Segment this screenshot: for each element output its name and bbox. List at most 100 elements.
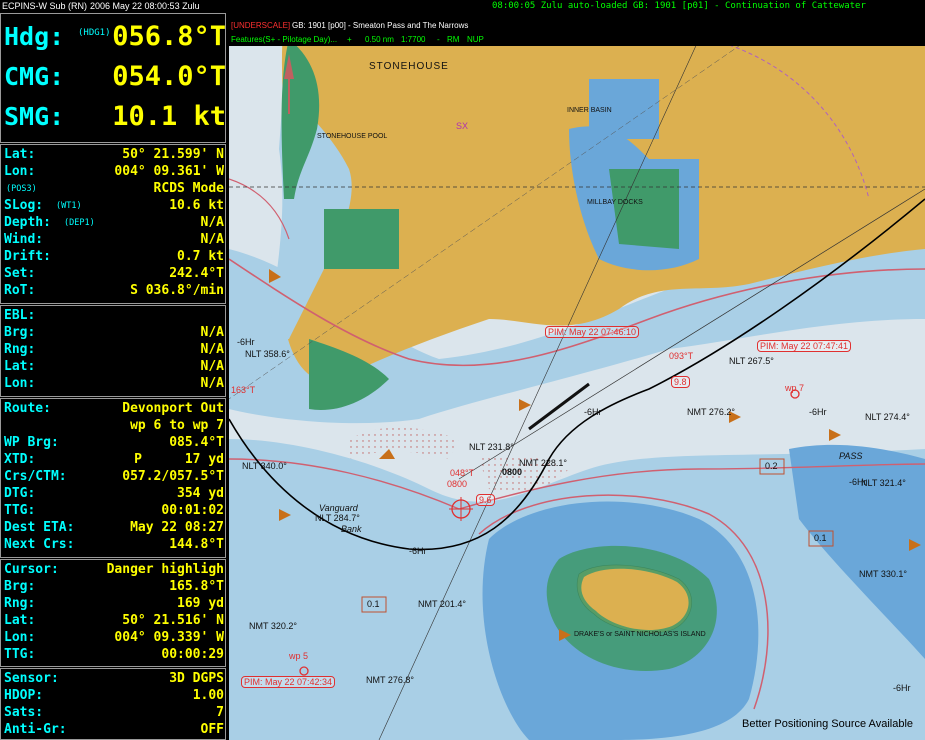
pim-label[interactable]: PIM: May 22 07:46:10 (545, 326, 640, 338)
positioning-notice: Better Positioning Source Available (741, 718, 913, 730)
next-crs-value: 144.8°T (169, 537, 224, 552)
cursor-lon-label: Lon: (4, 630, 36, 645)
slog-value: 10.6 kt (169, 198, 224, 213)
antigr-value: OFF (200, 722, 224, 737)
chart-scale[interactable]: 1:7700 (401, 35, 425, 44)
depth-value: 0.1 (814, 533, 827, 543)
bearing-label: NLT 267.5° (729, 356, 774, 366)
nav-mode: RCDS Mode (153, 181, 224, 196)
bearing-label: NMT 330.1° (859, 569, 907, 579)
depth-source: (DEP1) (64, 218, 95, 228)
electronic-chart[interactable]: STONEHOUSE STONEHOUSE POOL INNER BASIN M… (229, 19, 925, 740)
rm-toggle[interactable]: RM (447, 35, 459, 44)
course-label: 048°T (450, 468, 475, 478)
green-block (324, 209, 399, 269)
crs-value: 057.2/057.5°T (122, 469, 224, 484)
smg-value: 10.1 kt (112, 101, 226, 132)
antigr-label: Anti-Gr: (4, 722, 67, 737)
lat-label: Lat: (4, 147, 36, 162)
nup-toggle[interactable]: NUP (467, 35, 484, 44)
ebl-panel[interactable]: EBL: Brg: N/A Rng: N/A Lat: N/A Lon: N/A (0, 305, 226, 397)
position-panel[interactable]: Lat: 50° 21.599' N Lon: 004° 09.361' W (PO… (0, 144, 226, 304)
label-stonehouse: STONEHOUSE (369, 61, 449, 72)
next-crs-label: Next Crs: (4, 537, 75, 552)
status-message: 08:00:05 Zulu auto-loaded GB: 1901 [p01]… (492, 1, 866, 11)
waypoint-label[interactable]: wp 7 (785, 383, 804, 393)
heading-panel[interactable]: Hdg: (HDG1) 056.8°T CMG: 054.0°T SMG: 10… (0, 13, 226, 143)
pim-label[interactable]: PIM: May 22 07:47:41 (757, 340, 852, 352)
depth-value: 0.1 (367, 599, 380, 609)
drift-label: Drift: (4, 249, 51, 264)
nav-data-panel: Hdg: (HDG1) 056.8°T CMG: 054.0°T SMG: 10… (0, 13, 228, 740)
hdop-label: HDOP: (4, 688, 44, 703)
label-bank: Bank (341, 524, 362, 534)
smg-label: SMG: (4, 102, 65, 131)
wpbrg-value: 085.4°T (169, 435, 224, 450)
tide-label: -6Hr (809, 407, 827, 417)
features-menu[interactable]: Features(S+ - Pilotage Day)... (231, 35, 337, 44)
cursor-value: Danger highligh (106, 562, 224, 577)
depth-label: Depth: (4, 215, 51, 230)
bearing-label: NMT 276.8° (366, 675, 414, 685)
ebl-rng-label: Rng: (4, 342, 36, 357)
wpbrg-label: WP Brg: (4, 435, 59, 450)
cursor-lat-label: Lat: (4, 613, 36, 628)
dtg-label: DTG: (4, 486, 36, 501)
set-label: Set: (4, 266, 36, 281)
zoom-in-button[interactable]: + (347, 35, 352, 44)
course-label: 163°T (231, 385, 256, 395)
chart-id[interactable]: GB: 1901 [p00] - Smeaton Pass and The Na… (292, 21, 468, 30)
hdg-value: 056.8°T (112, 21, 226, 52)
chart-header: [UNDERSCALE] GB: 1901 [p00] - Smeaton Pa… (229, 19, 925, 46)
route-label: Route: (4, 401, 51, 416)
bearing-label: NMT 276.2° (687, 407, 735, 417)
wind-value: N/A (200, 232, 224, 247)
cursor-ttg-label: TTG: (4, 647, 36, 662)
ebl-brg-label: Brg: (4, 325, 36, 340)
bearing-label: NLT 340.0° (242, 461, 287, 471)
header-separator: - (437, 35, 440, 44)
speed-label: 9.6 (476, 494, 495, 506)
label-inner-basin: INNER BASIN (567, 107, 612, 114)
ebl-label: EBL: (4, 308, 36, 323)
ebl-lat-label: Lat: (4, 359, 36, 374)
waypoint-label[interactable]: wp 5 (289, 651, 308, 661)
ttg-label: TTG: (4, 503, 36, 518)
sats-label: Sats: (4, 705, 44, 720)
cursor-brg-value: 165.8°T (169, 579, 224, 594)
pim-time: 0800 (447, 479, 468, 489)
label-island: DRAKE'S or SAINT NICHOLAS'S ISLAND (574, 631, 706, 638)
drift-value: 0.7 kt (177, 249, 224, 264)
sensor-value: 3D DGPS (169, 671, 224, 686)
sensor-panel[interactable]: Sensor: 3D DGPS HDOP: 1.00 Sats: 7 Anti-Gr:… (0, 668, 226, 740)
smg-row: SMG: 10.1 kt (4, 100, 226, 134)
bearing-label: NMT 201.4° (418, 599, 466, 609)
datetime: 2006 May 22 08:00:53 Zulu (90, 1, 200, 11)
chart-range[interactable]: 0.50 nm (365, 35, 394, 44)
cursor-panel[interactable]: Cursor: Danger highligh Brg: 165.8°T Rng: 1… (0, 559, 226, 667)
app-title: ECPINS-W Sub (RN) (2, 1, 88, 11)
cmg-label: CMG: (4, 62, 65, 91)
crs-label: Crs/CTM: (4, 469, 67, 484)
cursor-lon-value: 004° 09.339' W (114, 630, 224, 645)
ebl-lon-label: Lon: (4, 376, 36, 391)
cursor-label: Cursor: (4, 562, 59, 577)
slog-source: (WT1) (56, 201, 82, 211)
tide-label: -6Hr (584, 407, 602, 417)
route-name: Devonport Out (122, 401, 224, 416)
title-bar: ECPINS-W Sub (RN) 2006 May 22 08:00:53 Z… (0, 0, 925, 13)
cursor-rng-value: 169 yd (177, 596, 224, 611)
rot-label: RoT: (4, 283, 36, 298)
pim-label[interactable]: PIM: May 22 07:42:34 (241, 676, 336, 688)
cursor-lat-value: 50° 21.516' N (122, 613, 224, 628)
course-label: 093°T (669, 351, 694, 361)
ebl-lat-value: N/A (200, 359, 224, 374)
bearing-label: NLT 321.4° (861, 478, 906, 488)
bearing-label: NLT 358.6° (245, 349, 290, 359)
label-stonehouse-pool: STONEHOUSE POOL (317, 133, 388, 140)
label-sx: SX (456, 121, 469, 131)
hdg-label: Hdg: (4, 22, 65, 51)
sensor-label: Sensor: (4, 671, 59, 686)
cursor-rng-label: Rng: (4, 596, 36, 611)
route-panel[interactable]: Route: Devonport Out wp 6 to wp 7 WP Brg:… (0, 398, 226, 558)
